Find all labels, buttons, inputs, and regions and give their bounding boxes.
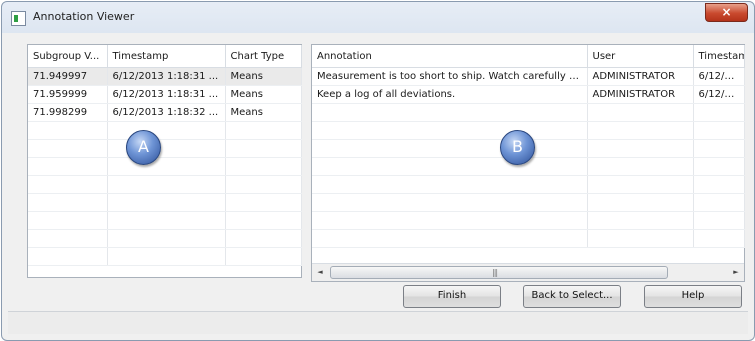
empty-row	[28, 229, 302, 248]
cell-user: ADMINISTRATOR	[587, 67, 694, 86]
annotation-grid[interactable]: Annotation User Timestam Measurement is …	[311, 44, 745, 282]
table-row[interactable]: Measurement is too short to ship. Watch …	[312, 67, 745, 86]
cell-timestamp: 6/12/2013 1:18:31 ...	[107, 85, 226, 104]
empty-row	[28, 193, 302, 212]
subgroup-header-row: Subgroup V... Timestamp Chart Type	[28, 45, 302, 68]
empty-row	[28, 121, 302, 140]
cell-chart-type: Means	[225, 67, 302, 86]
client-area: Subgroup V... Timestamp Chart Type 71.94…	[8, 33, 748, 334]
annotation-header-row: Annotation User Timestam	[312, 45, 745, 68]
cell-chart-type: Means	[225, 103, 302, 122]
table-row[interactable]: Keep a log of all deviations. ADMINISTRA…	[312, 85, 745, 104]
cell-subgroup-value: 71.959999	[28, 85, 108, 104]
empty-row	[312, 229, 745, 248]
empty-row	[28, 247, 302, 266]
table-row[interactable]: 71.959999 6/12/2013 1:18:31 ... Means	[28, 85, 302, 104]
horizontal-scrollbar[interactable]: ◄ ||| ►	[312, 263, 744, 281]
subgroup-grid[interactable]: Subgroup V... Timestamp Chart Type 71.94…	[27, 44, 302, 278]
column-header-chart-type[interactable]: Chart Type	[225, 45, 302, 68]
callout-b-label: B	[512, 137, 523, 156]
table-row[interactable]: 71.998299 6/12/2013 1:18:32 ... Means	[28, 103, 302, 122]
empty-row	[312, 175, 745, 194]
empty-row	[312, 193, 745, 212]
column-header-annotation[interactable]: Annotation	[312, 45, 588, 68]
cell-timestamp: 6/12/2013 1:18:32 ...	[107, 103, 226, 122]
scroll-thumb[interactable]: |||	[330, 266, 668, 279]
title-bar[interactable]: Annotation Viewer ×	[2, 2, 754, 33]
column-header-timestamp[interactable]: Timestam	[693, 45, 745, 68]
help-button[interactable]: Help	[644, 285, 742, 308]
app-icon	[11, 11, 26, 26]
empty-row	[28, 157, 302, 176]
scroll-grip-icon: |||	[492, 268, 498, 277]
annotation-viewer-window: Annotation Viewer × Subgroup V... Timest…	[1, 1, 755, 341]
column-header-timestamp[interactable]: Timestamp	[107, 45, 226, 68]
status-bar	[8, 311, 748, 334]
scroll-left-arrow-icon[interactable]: ◄	[312, 264, 328, 281]
empty-row	[28, 175, 302, 194]
cell-annotation: Keep a log of all deviations.	[312, 85, 588, 104]
window-title: Annotation Viewer	[33, 10, 135, 23]
cell-subgroup-value: 71.998299	[28, 103, 108, 122]
cell-timestamp: 6/12/201	[693, 67, 745, 86]
cell-user: ADMINISTRATOR	[587, 85, 694, 104]
subgroup-table: Subgroup V... Timestamp Chart Type 71.94…	[28, 45, 302, 266]
cell-timestamp: 6/12/2013 1:18:31 ...	[107, 67, 226, 86]
table-row[interactable]: 71.949997 6/12/2013 1:18:31 ... Means	[28, 67, 302, 86]
callout-marker-a: A	[126, 130, 161, 165]
cell-subgroup-value: 71.949997	[28, 67, 108, 86]
cell-chart-type: Means	[225, 85, 302, 104]
column-header-subgroup-value[interactable]: Subgroup V...	[28, 45, 108, 68]
cell-timestamp: 6/12/201	[693, 85, 745, 104]
empty-row	[312, 211, 745, 230]
close-icon: ×	[721, 5, 732, 19]
callout-a-label: A	[138, 137, 149, 156]
empty-row	[312, 103, 745, 122]
empty-row	[28, 139, 302, 158]
close-button[interactable]: ×	[705, 3, 748, 22]
callout-marker-b: B	[500, 130, 535, 165]
finish-button[interactable]: Finish	[403, 285, 501, 308]
column-header-user[interactable]: User	[587, 45, 694, 68]
empty-row	[28, 211, 302, 230]
back-to-select-button[interactable]: Back to Select...	[523, 285, 621, 308]
scroll-right-arrow-icon[interactable]: ►	[728, 264, 744, 281]
cell-annotation: Measurement is too short to ship. Watch …	[312, 67, 588, 86]
